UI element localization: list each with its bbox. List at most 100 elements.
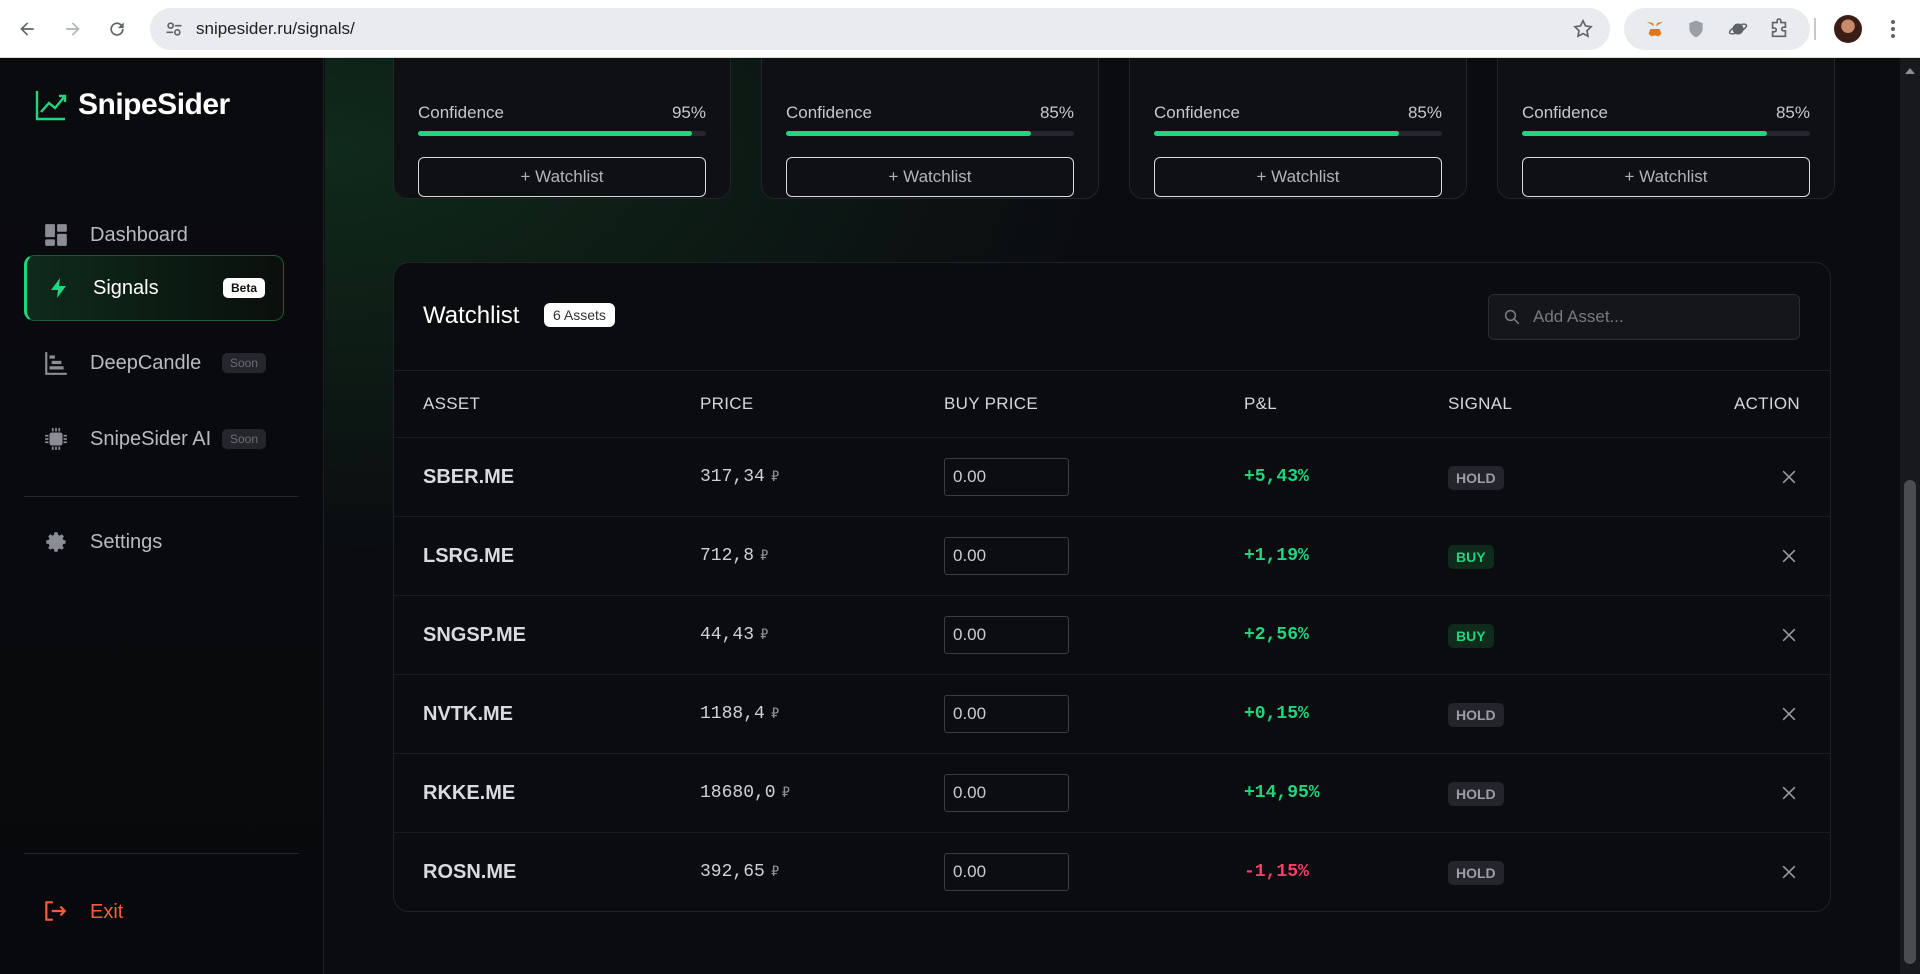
sidebar-item-settings[interactable]: Settings [24,510,284,574]
asset-price: 18680,0 ₽ [700,783,790,803]
sidebar-item-snipesider-ai[interactable]: SnipeSider AI Soon [24,407,284,471]
logout-icon [42,898,70,926]
confidence-row: Confidence 85% [1154,103,1442,123]
pnl-value: +5,43% [1244,467,1309,487]
signal-card: Confidence 85% + Watchlist [761,58,1099,199]
add-asset-search[interactable] [1488,294,1800,340]
signal-badge: HOLD [1448,861,1504,885]
profile-avatar[interactable] [1834,15,1862,43]
asset-ticker[interactable]: SBER.ME [423,466,514,489]
column-header-price[interactable]: PRICE [700,394,753,414]
watchlist-panel: Watchlist 6 Assets ASSET PRICE BUY PRICE… [393,262,1831,912]
buy-price-input[interactable] [944,695,1069,733]
add-asset-input[interactable] [1533,307,1773,327]
forward-button[interactable] [58,14,88,44]
asset-ticker[interactable]: ROSN.ME [423,861,516,884]
brand-name: SnipeSider [78,88,230,121]
page-scrollbar[interactable] [1900,58,1920,974]
close-icon [1782,707,1796,721]
column-header-asset[interactable]: ASSET [423,394,480,414]
reload-icon [110,22,124,36]
soon-badge: Soon [221,353,266,373]
header-divider [394,370,1830,371]
remove-asset-button[interactable] [1778,545,1800,567]
add-to-watchlist-button[interactable]: + Watchlist [418,157,706,197]
add-to-watchlist-button[interactable]: + Watchlist [786,157,1074,197]
remove-asset-button[interactable] [1778,624,1800,646]
signal-card: Confidence 85% + Watchlist [1497,58,1835,199]
planet-extension-icon[interactable] [1726,17,1750,41]
asset-ticker[interactable]: NVTK.ME [423,703,513,726]
brand-logo[interactable]: SnipeSider [34,88,230,122]
column-header-pnl[interactable]: P&L [1244,394,1277,414]
metamask-icon[interactable] [1643,17,1667,41]
confidence-value: 95% [671,103,706,122]
confidence-row: Confidence 85% [786,103,1074,123]
confidence-bar [1522,131,1810,136]
bolt-icon [45,274,73,302]
back-button[interactable] [12,14,42,44]
close-icon [1782,470,1796,484]
asset-ticker[interactable]: RKKE.ME [423,782,515,805]
arrow-right-icon [66,22,80,36]
url-text: snipesider.ru/signals/ [196,19,355,38]
confidence-row: Confidence 85% [1522,103,1810,123]
confidence-bar [418,131,706,136]
signal-card: Confidence 85% + Watchlist [1129,58,1467,199]
table-row: SNGSP.ME 44,43 ₽ +2,56% BUY [394,595,1830,674]
scroll-up-arrow[interactable] [1905,68,1915,74]
remove-asset-button[interactable] [1778,703,1800,725]
confidence-label: Confidence [786,103,873,122]
remove-asset-button[interactable] [1778,782,1800,804]
buy-price-input[interactable] [944,458,1069,496]
remove-asset-button[interactable] [1778,861,1800,883]
pnl-value: -1,15% [1244,862,1309,882]
asset-ticker[interactable]: LSRG.ME [423,545,514,568]
buy-price-input[interactable] [944,853,1069,891]
confidence-bar-fill [1154,131,1399,136]
sidebar-item-label: Dashboard [90,223,188,246]
price-value: 18680,0 [700,783,776,803]
main-content: Confidence 95% + Watchlist Confidence 85… [325,58,1900,974]
buy-price-input[interactable] [944,774,1069,812]
asset-ticker[interactable]: SNGSP.ME [423,624,526,647]
sidebar-item-deepcandle[interactable]: DeepCandle Soon [24,331,284,395]
scrollbar-thumb[interactable] [1904,480,1916,964]
column-header-buy-price[interactable]: BUY PRICE [944,394,1038,414]
add-to-watchlist-button[interactable]: + Watchlist [1154,157,1442,197]
sidebar-item-label: Settings [90,530,163,553]
sidebar-item-signals[interactable]: Signals Beta [24,255,284,321]
browser-menu-icon[interactable] [1880,14,1906,44]
address-bar[interactable]: snipesider.ru/signals/ [150,8,1610,50]
reload-button[interactable] [102,14,132,44]
currency-symbol: ₽ [760,549,769,565]
price-value: 392,65 [700,862,765,882]
buy-price-input[interactable] [944,616,1069,654]
confidence-bar [786,131,1074,136]
confidence-value: 85% [1407,103,1442,122]
site-settings-icon[interactable] [164,19,184,39]
column-header-signal[interactable]: SIGNAL [1448,394,1512,414]
table-row: NVTK.ME 1188,4 ₽ +0,15% HOLD [394,674,1830,753]
exit-button[interactable]: Exit [24,882,284,942]
shield-extension-icon[interactable] [1684,17,1708,41]
asset-price: 44,43 ₽ [700,625,768,645]
puzzle-extensions-icon[interactable] [1767,17,1791,41]
bookmark-star-icon[interactable] [1572,18,1594,40]
close-icon [1782,865,1796,879]
confidence-bar-fill [1522,131,1767,136]
signal-card: Confidence 95% + Watchlist [393,58,731,199]
add-to-watchlist-button[interactable]: + Watchlist [1522,157,1810,197]
close-icon [1782,786,1796,800]
asset-price: 712,8 ₽ [700,546,768,566]
close-icon [1782,549,1796,563]
buy-price-input[interactable] [944,537,1069,575]
asset-price: 392,65 ₽ [700,862,779,882]
toolbar-divider [1814,18,1816,40]
signal-badge: BUY [1448,545,1494,569]
confidence-label: Confidence [1154,103,1241,122]
soon-badge: Soon [221,429,266,449]
remove-asset-button[interactable] [1778,466,1800,488]
confidence-label: Confidence [418,103,505,122]
asset-price: 317,34 ₽ [700,467,779,487]
